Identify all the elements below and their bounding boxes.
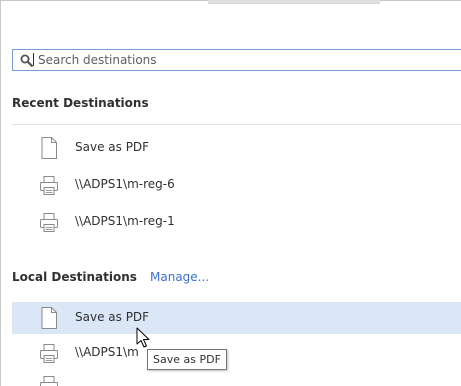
- printer-icon: [40, 213, 58, 232]
- recent-item-label: \\ADPS1\m-reg-6: [75, 177, 175, 191]
- section-divider: [12, 124, 461, 125]
- recent-destinations-heading: Recent Destinations: [12, 96, 149, 110]
- printer-icon: [40, 344, 58, 363]
- printer-icon: [40, 176, 58, 195]
- search-box[interactable]: [12, 49, 461, 71]
- recent-item-printer-m-reg-6[interactable]: \\ADPS1\m-reg-6: [12, 169, 461, 201]
- text-caret: [33, 53, 34, 66]
- local-item-printer[interactable]: \\ADPS1\m: [12, 337, 461, 369]
- manage-link[interactable]: Manage...: [150, 270, 209, 284]
- pdf-document-icon: [41, 307, 57, 329]
- recent-item-label: Save as PDF: [75, 140, 150, 154]
- local-item-save-as-pdf[interactable]: Save as PDF: [12, 302, 461, 334]
- local-item-label: Save as PDF: [75, 310, 150, 324]
- search-icon: [20, 54, 33, 67]
- pdf-document-icon: [41, 137, 57, 159]
- local-item-label: \\ADPS1\m: [75, 345, 139, 359]
- printer-icon: [40, 376, 58, 386]
- local-destinations-heading: Local Destinations: [12, 270, 137, 284]
- tooltip: Save as PDF: [147, 349, 227, 370]
- dialog-top-edge: [208, 0, 380, 4]
- local-item-printer-partial[interactable]: [12, 372, 461, 386]
- mouse-cursor-icon: [136, 327, 150, 348]
- recent-item-save-as-pdf[interactable]: Save as PDF: [12, 132, 461, 164]
- recent-item-printer-m-reg-1[interactable]: \\ADPS1\m-reg-1: [12, 206, 461, 238]
- search-input[interactable]: [38, 53, 461, 67]
- recent-item-label: \\ADPS1\m-reg-1: [75, 214, 175, 228]
